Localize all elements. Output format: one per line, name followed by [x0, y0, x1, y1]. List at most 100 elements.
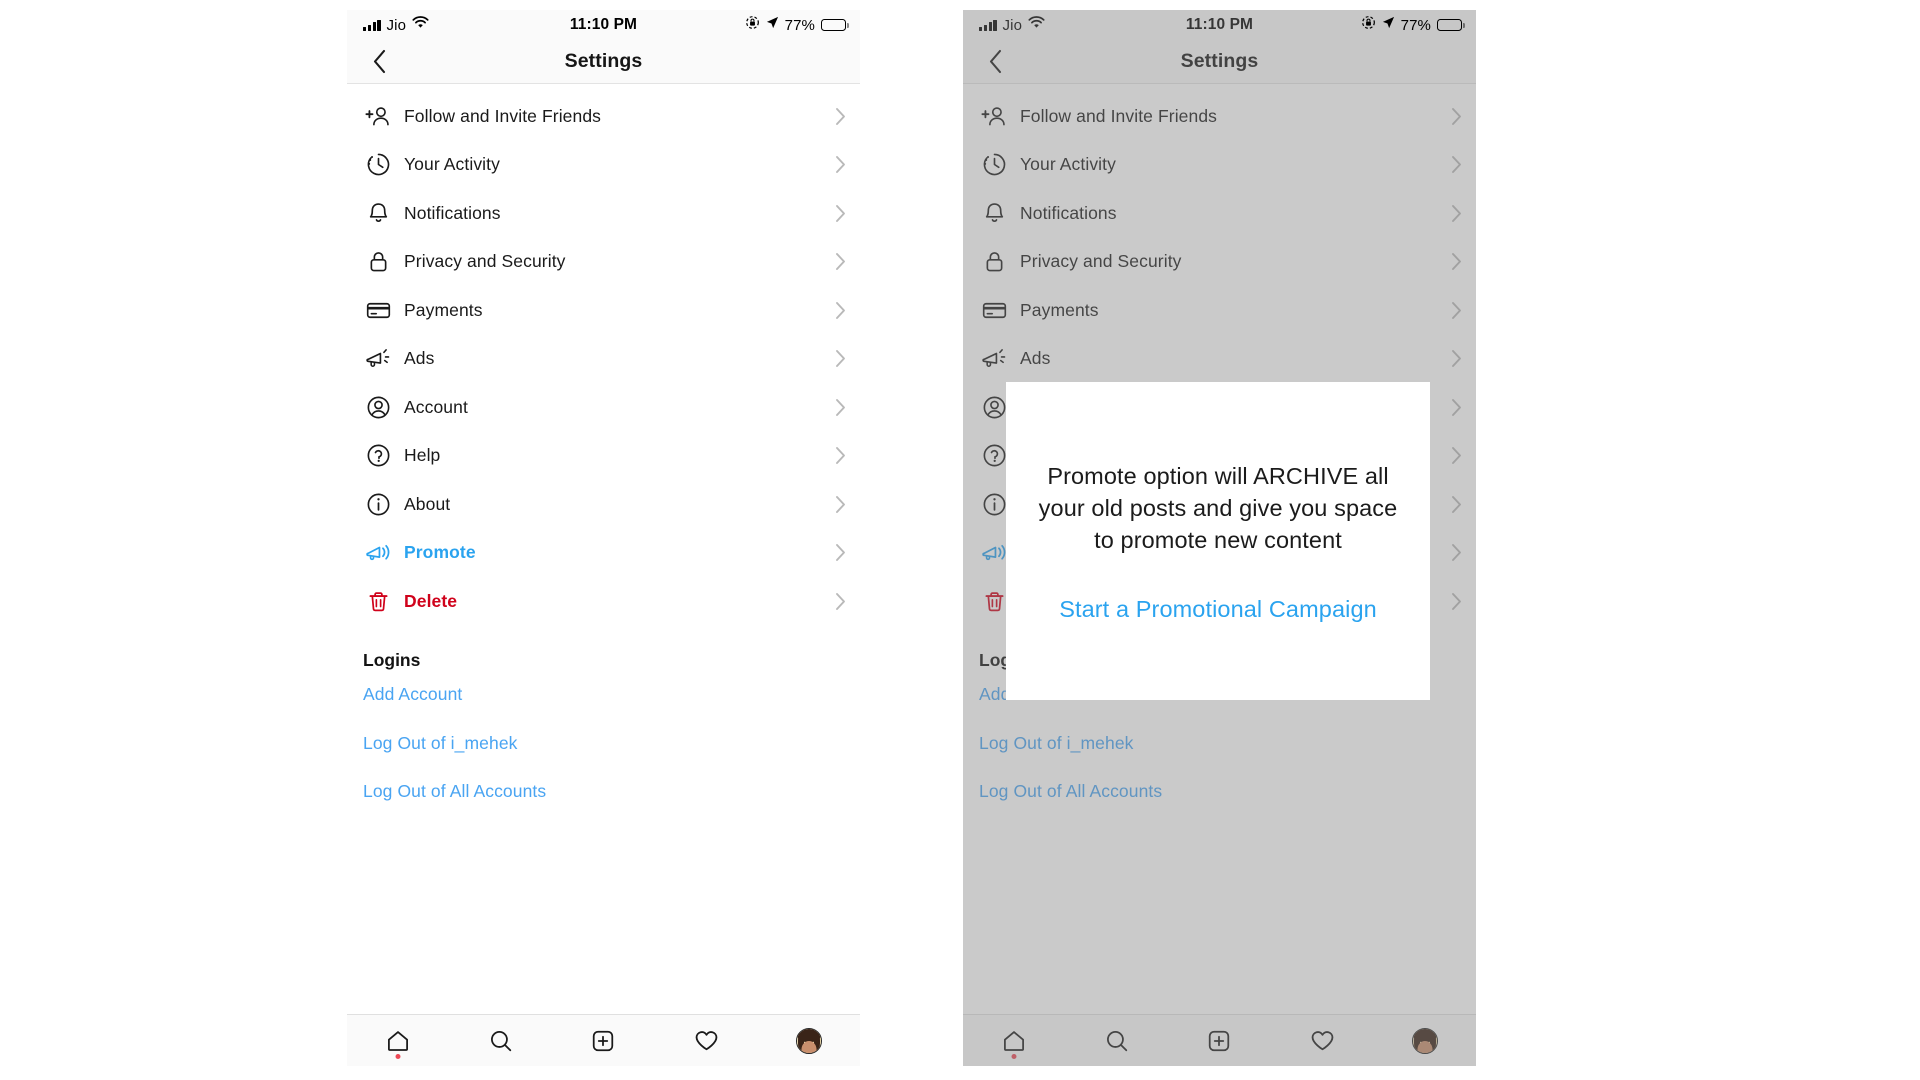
rotation-lock-icon [745, 15, 760, 35]
settings-row-privacy-and-security[interactable]: Privacy and Security [963, 237, 1476, 286]
login-link-log-out-of-i-mehek[interactable]: Log Out of i_mehek [347, 719, 860, 768]
settings-row-payments[interactable]: Payments [963, 286, 1476, 335]
settings-row-promote[interactable]: Promote [347, 528, 860, 577]
tab-heart[interactable] [1292, 1015, 1352, 1067]
settings-row-delete[interactable]: Delete [347, 577, 860, 626]
trash-icon [368, 591, 388, 611]
activity-clock-icon [367, 153, 389, 176]
tab-home[interactable] [368, 1015, 428, 1067]
settings-row-follow-and-invite-friends[interactable]: Follow and Invite Friends [963, 92, 1476, 141]
settings-row-ads[interactable]: Ads [963, 334, 1476, 383]
chevron-right-icon [1451, 543, 1462, 562]
tab-plus-box[interactable] [573, 1015, 633, 1067]
question-circle-icon [367, 444, 389, 467]
settings-row-label: Notifications [404, 202, 501, 223]
settings-row-label: Delete [404, 590, 458, 611]
chevron-right-icon [1451, 252, 1462, 271]
login-link-add-account[interactable]: Add Account [347, 671, 860, 720]
account-circle-icon [363, 392, 393, 422]
chevron-right-icon [1452, 495, 1461, 513]
back-button[interactable] [975, 40, 1015, 83]
back-button[interactable] [359, 40, 399, 83]
person-plus-icon [980, 106, 1005, 126]
settings-row-ads[interactable]: Ads [347, 334, 860, 383]
tab-profile[interactable] [1395, 1015, 1455, 1067]
settings-row-label: Ads [404, 348, 435, 369]
chevron-right-icon [836, 398, 845, 416]
plus-box-icon [593, 1030, 614, 1051]
chevron-right-icon [836, 350, 845, 368]
chevron-right-icon [1452, 350, 1461, 368]
tab-home[interactable] [984, 1015, 1044, 1067]
chevron-right-icon [835, 592, 846, 611]
chevron-right-icon [835, 204, 846, 223]
settings-row-help[interactable]: Help [347, 431, 860, 480]
tab-search[interactable] [471, 1015, 531, 1067]
megaphone-icon [363, 344, 393, 374]
megaphone-sound-icon [979, 538, 1009, 568]
lock-icon [979, 247, 1009, 277]
settings-row-your-activity[interactable]: Your Activity [963, 140, 1476, 189]
login-link-log-out-of-all-accounts[interactable]: Log Out of All Accounts [347, 768, 860, 817]
settings-row-label: About [404, 493, 451, 514]
settings-row-follow-and-invite-friends[interactable]: Follow and Invite Friends [347, 92, 860, 141]
battery-percent-label: 77% [1400, 16, 1431, 34]
rotation-lock-icon [1361, 15, 1376, 35]
chevron-right-icon [836, 156, 845, 174]
status-bar-left: Jio [363, 16, 429, 34]
status-bar-right: 77% [1361, 15, 1465, 35]
start-promotional-campaign-button[interactable]: Start a Promotional Campaign [1059, 596, 1377, 623]
megaphone-sound-icon [981, 545, 1005, 561]
chevron-right-icon [1452, 204, 1461, 222]
settings-row-label: Privacy and Security [1020, 251, 1182, 272]
screenshot-canvas: Jio 11:10 PM 77% Settings Follow and Inv… [0, 0, 1920, 1080]
settings-row-notifications[interactable]: Notifications [963, 189, 1476, 238]
tab-plus-box[interactable] [1189, 1015, 1249, 1067]
promote-modal-dialog: Promote option will ARCHIVE all your old… [1006, 382, 1430, 700]
credit-card-icon [363, 295, 393, 325]
settings-list: Follow and Invite Friends Your Activity No… [347, 84, 860, 626]
settings-row-account[interactable]: Account [347, 383, 860, 432]
chevron-right-icon [835, 543, 846, 562]
question-circle-icon [979, 441, 1009, 471]
search-icon [490, 1030, 512, 1051]
heart-icon [1311, 1031, 1333, 1051]
chevron-right-icon [836, 544, 845, 562]
credit-card-icon [979, 295, 1009, 325]
settings-row-notifications[interactable]: Notifications [347, 189, 860, 238]
activity-clock-icon [979, 150, 1009, 180]
phone-screen-left: Jio 11:10 PM 77% Settings Follow and Inv… [347, 10, 860, 1066]
chevron-right-icon [1452, 107, 1461, 125]
activity-clock-icon [983, 153, 1005, 176]
settings-row-label: Payments [1020, 299, 1099, 320]
settings-row-privacy-and-security[interactable]: Privacy and Security [347, 237, 860, 286]
status-bar: Jio 11:10 PM 77% [963, 10, 1476, 40]
chevron-right-icon [835, 398, 846, 417]
chevron-right-icon [835, 301, 846, 320]
chevron-right-icon [1452, 544, 1461, 562]
chevron-right-icon [836, 204, 845, 222]
settings-row-label: Follow and Invite Friends [1020, 105, 1218, 126]
login-link-log-out-of-i-mehek[interactable]: Log Out of i_mehek [963, 719, 1476, 768]
settings-row-about[interactable]: About [347, 480, 860, 529]
tab-search[interactable] [1087, 1015, 1147, 1067]
chevron-right-icon [1451, 446, 1462, 465]
logins-section-title: Logins [363, 649, 421, 670]
tab-profile[interactable] [779, 1015, 839, 1067]
chevron-right-icon [836, 301, 845, 319]
bell-icon [369, 202, 387, 222]
wifi-icon [412, 16, 429, 34]
battery-icon [821, 19, 849, 31]
settings-row-payments[interactable]: Payments [347, 286, 860, 335]
login-link-log-out-of-all-accounts[interactable]: Log Out of All Accounts [963, 768, 1476, 817]
settings-row-label: Payments [404, 299, 483, 320]
signal-bars-icon [979, 19, 997, 31]
tab-heart[interactable] [676, 1015, 736, 1067]
trash-icon [363, 586, 393, 616]
chevron-right-icon [835, 349, 846, 368]
lock-icon [363, 247, 393, 277]
lock-icon [370, 252, 386, 272]
settings-row-your-activity[interactable]: Your Activity [347, 140, 860, 189]
status-bar-left: Jio [979, 16, 1045, 34]
